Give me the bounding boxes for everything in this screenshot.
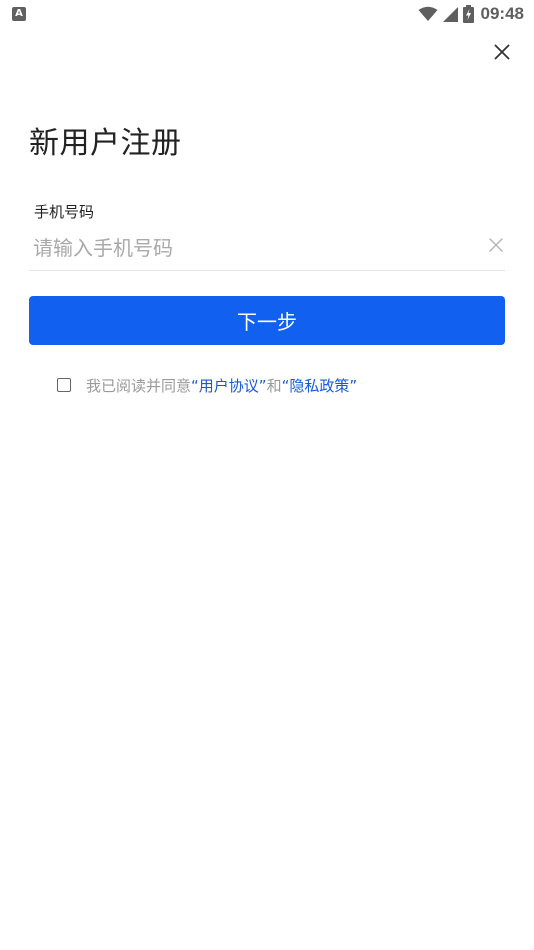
agreement-and: 和 bbox=[266, 376, 282, 395]
agreement-text: 我已阅读并同意“用户协议”和“隐私政策” bbox=[86, 375, 357, 396]
agreement-row: 我已阅读并同意“用户协议”和“隐私政策” bbox=[57, 374, 357, 396]
status-time: 09:48 bbox=[480, 4, 524, 23]
signal-icon bbox=[442, 6, 458, 22]
close-button[interactable] bbox=[488, 38, 516, 66]
agreement-checkbox[interactable] bbox=[57, 378, 71, 392]
user-agreement-link[interactable]: “用户协议” bbox=[191, 377, 267, 395]
wifi-icon bbox=[418, 6, 438, 21]
status-bar: A 09:48 bbox=[0, 0, 534, 28]
agreement-prefix: 我已阅读并同意 bbox=[86, 376, 192, 395]
app-notification-icon: A bbox=[12, 7, 26, 21]
privacy-policy-link[interactable]: “隐私政策” bbox=[282, 377, 358, 395]
battery-charging-icon bbox=[462, 5, 474, 23]
phone-input[interactable] bbox=[33, 230, 473, 266]
phone-field-label: 手机号码 bbox=[34, 203, 95, 221]
page-title: 新用户注册 bbox=[29, 126, 182, 161]
phone-field bbox=[29, 228, 505, 271]
clear-input-button[interactable] bbox=[487, 236, 505, 254]
next-step-button[interactable]: 下一步 bbox=[29, 296, 505, 345]
close-icon bbox=[494, 44, 510, 60]
status-indicators: 09:48 bbox=[418, 3, 524, 25]
register-page: A 09:48 新用户注册 手机号码 请输入手机号码 下一步 我已阅读并同意“用… bbox=[0, 0, 534, 950]
clear-icon bbox=[489, 238, 503, 252]
